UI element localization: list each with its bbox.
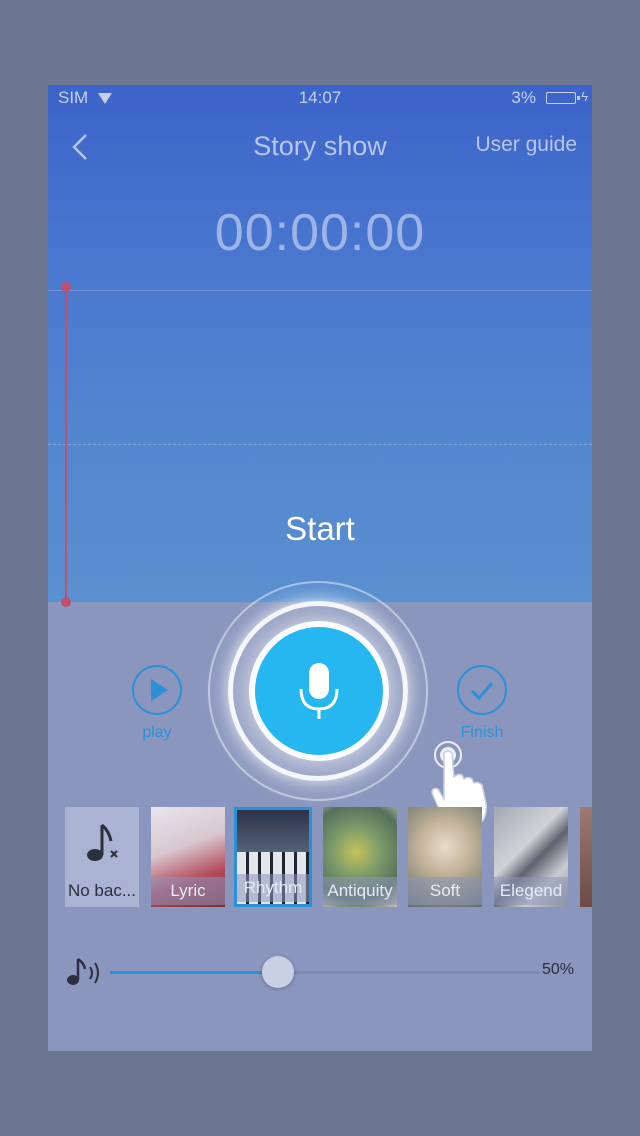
microphone-icon <box>299 663 339 719</box>
volume-percent: 50% <box>541 961 574 978</box>
bg-option-none[interactable]: No bac... <box>65 807 139 907</box>
checkmark-icon <box>470 682 494 701</box>
bg-option-label: Soft <box>408 877 482 905</box>
clock: 14:07 <box>298 88 342 107</box>
background-music-picker: No bac... Lyric Rhythm Antiquity Soft El… <box>48 807 592 911</box>
battery-percent: 3% <box>511 88 536 107</box>
music-note-mute-icon <box>87 823 118 861</box>
bg-option-label: Rhythm <box>237 874 309 902</box>
music-volume-icon <box>67 957 99 985</box>
battery-icon <box>546 92 580 104</box>
start-label: Start <box>285 510 355 547</box>
playhead-top-handle[interactable] <box>61 282 71 292</box>
playhead-line[interactable] <box>65 287 67 603</box>
bg-option-lyric[interactable]: Lyric <box>151 807 225 907</box>
play-icon <box>151 679 168 701</box>
finish-button[interactable] <box>457 665 507 715</box>
volume-slider-fill <box>110 971 278 974</box>
user-guide-link[interactable]: User guide <box>475 133 577 157</box>
bg-option-label: No bac... <box>67 881 137 900</box>
bg-option-elegend[interactable]: Elegend <box>494 807 568 907</box>
volume-slider[interactable] <box>110 956 540 988</box>
bg-option-soft[interactable]: Soft <box>408 807 482 907</box>
waveform-top-line <box>48 290 592 291</box>
record-timer: 00:00:00 <box>214 204 426 262</box>
finish-label: Finish <box>460 724 504 741</box>
play-label: play <box>142 724 172 741</box>
bg-option-label: Antiquity <box>323 877 397 905</box>
waveform-center-line <box>48 444 592 445</box>
volume-slider-thumb[interactable] <box>261 956 294 988</box>
bg-option-label: Elegend <box>494 877 568 905</box>
play-button[interactable] <box>132 665 182 715</box>
status-bar: SIM 14:07 3% ϟ <box>48 85 592 113</box>
phone-screen: SIM 14:07 3% ϟ Story show User guide 00:… <box>48 85 592 1051</box>
bg-option-more[interactable] <box>580 807 592 907</box>
bg-option-rhythm[interactable]: Rhythm <box>234 807 312 907</box>
charging-icon: ϟ <box>581 89 588 104</box>
bg-option-label: Lyric <box>151 877 225 905</box>
record-button[interactable] <box>255 627 383 755</box>
playhead-bottom-handle[interactable] <box>61 597 71 607</box>
bg-option-antiquity[interactable]: Antiquity <box>323 807 397 907</box>
